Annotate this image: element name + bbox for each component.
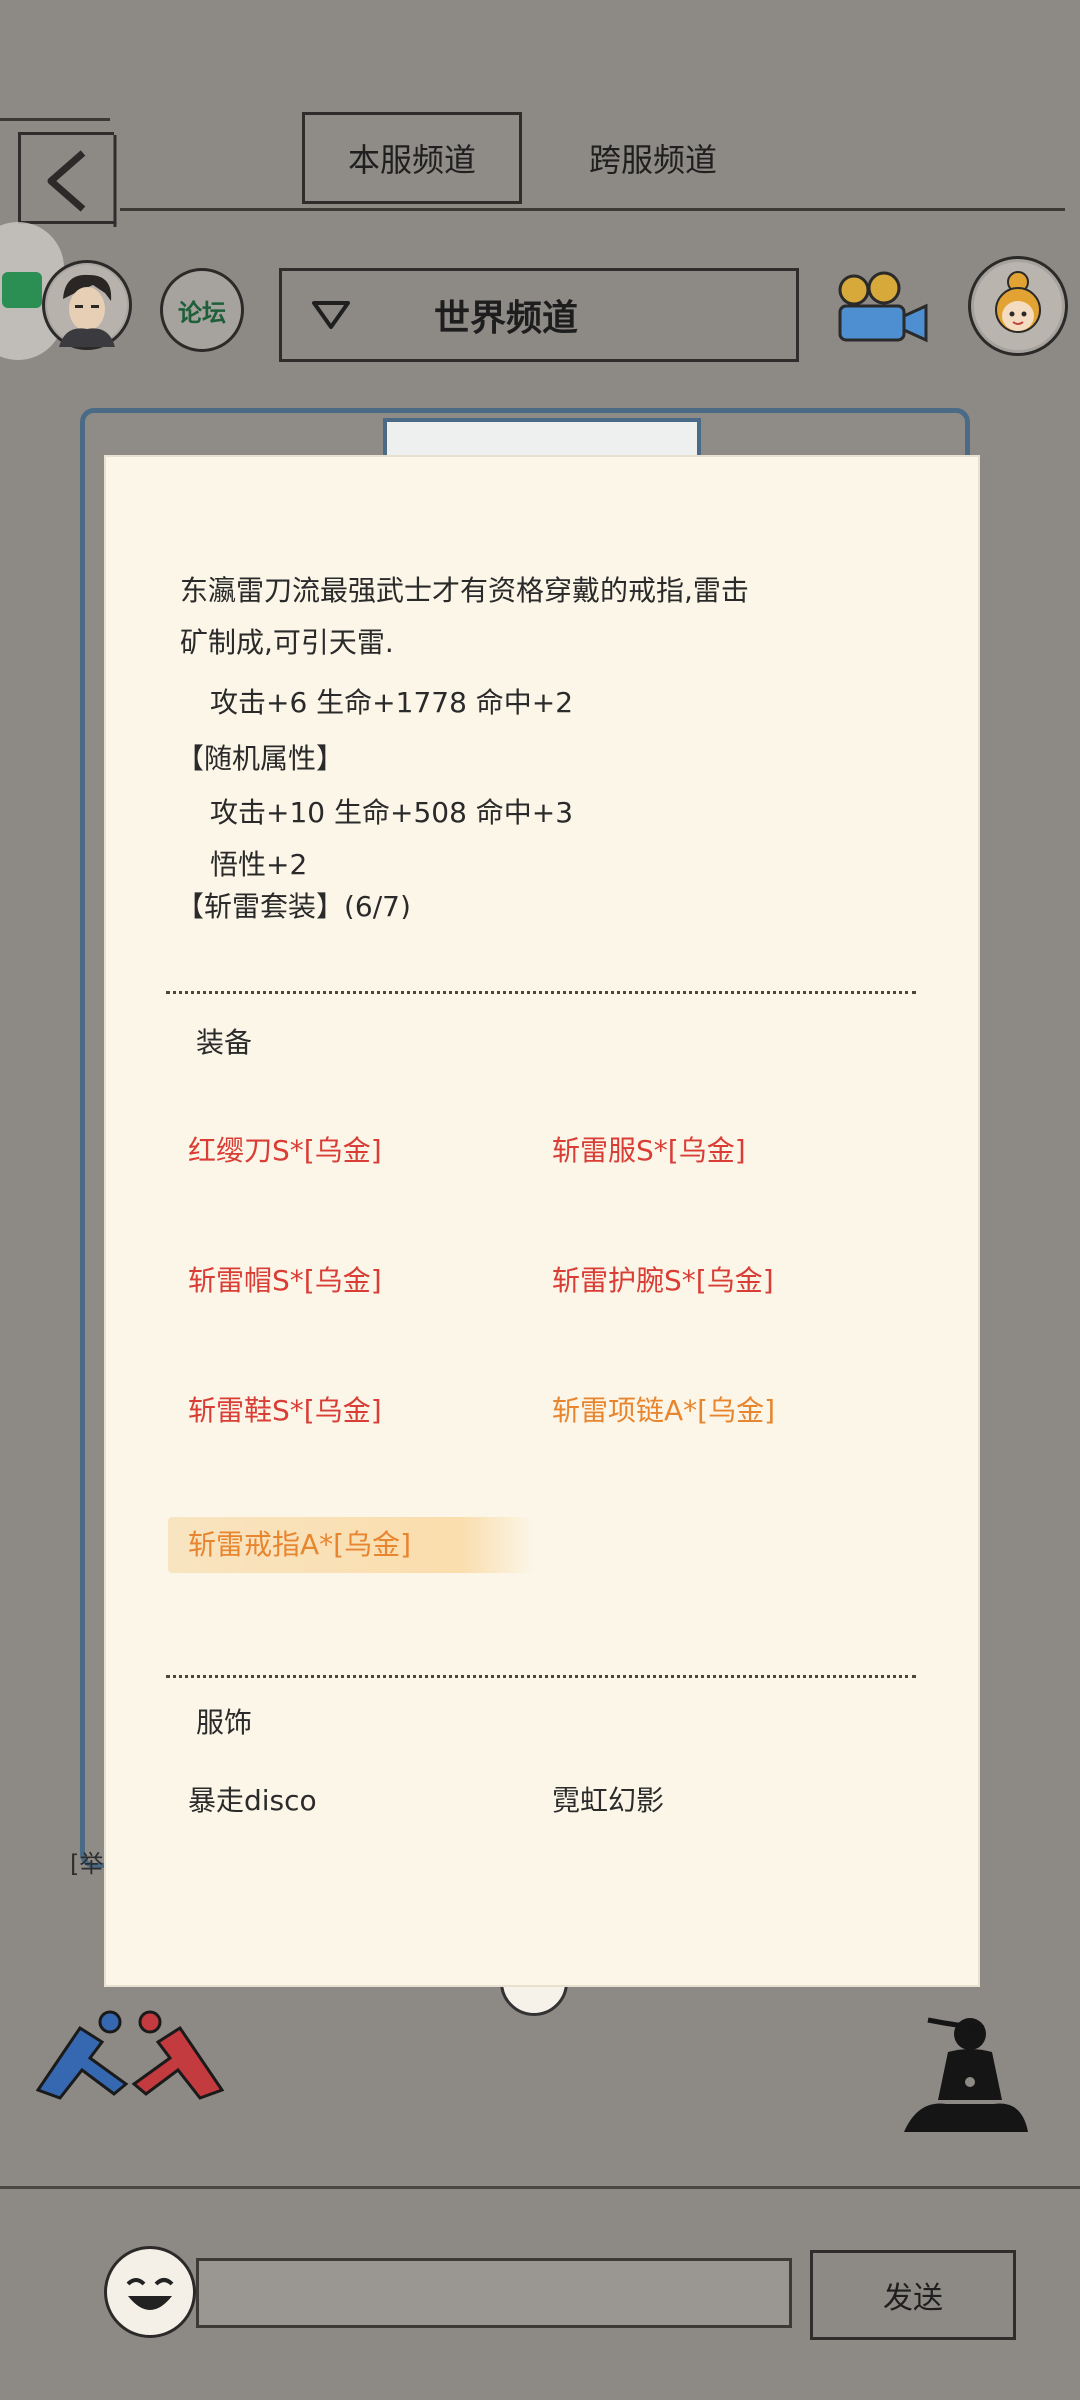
pvp-button[interactable] bbox=[30, 1998, 230, 2108]
set-piece-item[interactable]: 斩雷服S*[乌金] bbox=[552, 1129, 746, 1169]
back-button[interactable] bbox=[18, 132, 117, 227]
item-base-stats: 攻击+6 生命+1778 命中+2 bbox=[210, 686, 574, 719]
back-arrow-icon bbox=[47, 135, 117, 227]
description-clip: 【斩雷套装】(6/7) bbox=[104, 891, 980, 919]
set-piece-item[interactable]: 斩雷项链A*[乌金] bbox=[552, 1389, 775, 1429]
costume-item[interactable]: 暴走disco bbox=[188, 1779, 317, 1819]
header-line-bottom bbox=[120, 208, 1065, 211]
avatar[interactable] bbox=[42, 260, 132, 350]
footer-line bbox=[0, 2186, 1080, 2189]
channel-select-label: 世界频道 bbox=[434, 298, 579, 339]
item-description-line: 东瀛雷刀流最强武士才有资格穿戴的戒指,雷击 bbox=[180, 574, 749, 607]
equipment-section-label: 装备 bbox=[196, 1026, 253, 1059]
chevron-down-icon bbox=[312, 301, 350, 329]
section-divider bbox=[166, 991, 916, 994]
send-button-label: 发送 bbox=[883, 2281, 943, 2316]
video-camera-icon bbox=[838, 271, 928, 343]
item-description-line: 矿制成,可引天雷. bbox=[180, 626, 394, 659]
message-input[interactable] bbox=[196, 2258, 792, 2328]
player-portrait-icon bbox=[47, 265, 127, 347]
set-piece-item-current[interactable]: 斩雷戒指A*[乌金] bbox=[188, 1523, 411, 1563]
set-piece-item[interactable]: 斩雷鞋S*[乌金] bbox=[188, 1389, 382, 1429]
set-piece-item[interactable]: 斩雷护腕S*[乌金] bbox=[552, 1259, 774, 1299]
section-divider bbox=[166, 1675, 916, 1678]
laughing-face-icon bbox=[110, 2252, 190, 2332]
emoji-button[interactable] bbox=[104, 2246, 196, 2338]
meditation-button[interactable] bbox=[898, 2012, 1032, 2142]
send-button[interactable]: 发送 bbox=[810, 2250, 1016, 2340]
crossed-fighters-icon bbox=[35, 2010, 225, 2100]
random-attributes-heading: 【随机属性】 bbox=[176, 742, 345, 775]
item-detail-panel: 东瀛雷刀流最强武士才有资格穿戴的戒指,雷击 矿制成,可引天雷. 攻击+6 生命+… bbox=[104, 455, 980, 1987]
support-agent-icon bbox=[974, 262, 1062, 350]
customer-service-button[interactable] bbox=[968, 256, 1068, 356]
random-attributes-line: 悟性+2 bbox=[210, 848, 308, 881]
meditating-figure-icon bbox=[904, 2017, 1028, 2132]
set-piece-item[interactable]: 红缨刀S*[乌金] bbox=[188, 1129, 382, 1169]
video-camera-button[interactable] bbox=[828, 268, 932, 352]
forum-label: 论坛 bbox=[178, 298, 226, 327]
assist-icon bbox=[2, 272, 42, 308]
costume-section-label: 服饰 bbox=[196, 1706, 253, 1739]
channel-select[interactable]: 世界频道 bbox=[279, 268, 799, 362]
random-attributes-line: 攻击+10 生命+508 命中+3 bbox=[210, 796, 574, 829]
set-piece-item[interactable]: 斩雷帽S*[乌金] bbox=[188, 1259, 382, 1299]
background-bracket-text: [举 bbox=[70, 1850, 104, 1878]
set-bonus-heading: 【斩雷套装】(6/7) bbox=[176, 891, 411, 919]
costume-item[interactable]: 霓虹幻影 bbox=[552, 1779, 664, 1819]
header-line-left bbox=[0, 118, 110, 121]
forum-button[interactable]: 论坛 bbox=[160, 268, 244, 352]
tab-local-server[interactable]: 本服频道 bbox=[302, 112, 522, 204]
tab-cross-server[interactable]: 跨服频道 bbox=[548, 112, 758, 204]
